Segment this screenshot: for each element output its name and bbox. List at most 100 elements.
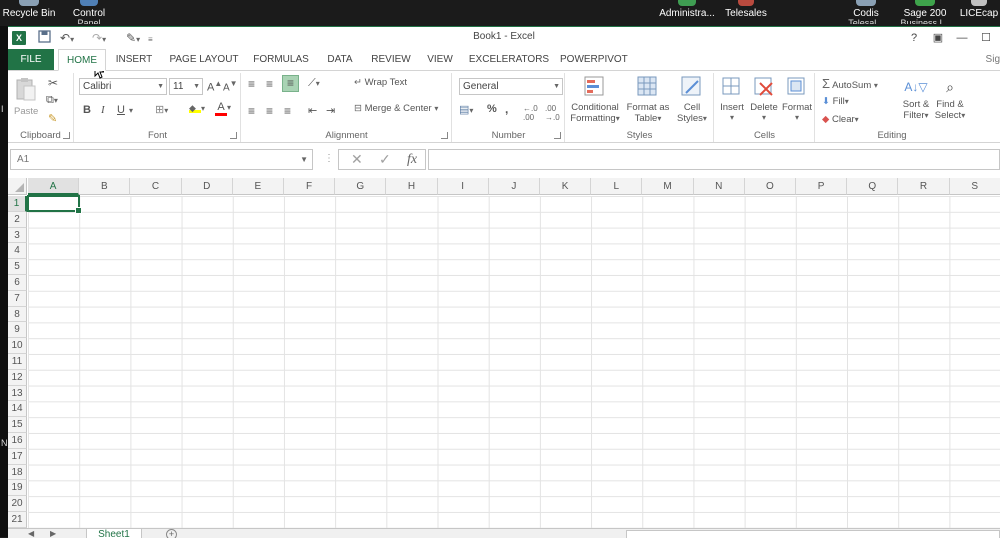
row-header-2[interactable]: 2 <box>8 211 27 228</box>
number-launcher-icon[interactable] <box>554 132 561 139</box>
insert-cells-button[interactable]: Insert ▾ <box>717 75 747 122</box>
row-header-6[interactable]: 6 <box>8 275 27 291</box>
row-header-1[interactable]: 1 <box>8 196 27 212</box>
align-center-icon[interactable]: ≡ <box>266 104 273 118</box>
tab-page-layout[interactable]: PAGE LAYOUT <box>166 49 242 71</box>
font-name-select[interactable]: Calibri ▼ <box>79 78 167 95</box>
row-header-11[interactable]: 11 <box>8 354 27 370</box>
column-header-a[interactable]: A <box>28 178 80 195</box>
insert-function-icon[interactable]: fx <box>407 150 417 169</box>
delete-cells-button[interactable]: Delete ▾ <box>749 75 779 122</box>
paste-button[interactable]: Paste <box>14 77 38 117</box>
tab-view[interactable]: VIEW <box>422 49 458 71</box>
clipboard-launcher-icon[interactable] <box>63 132 70 139</box>
minimize-button[interactable]: — <box>952 29 972 47</box>
desktop-icon-licecap[interactable]: LICEcap <box>958 0 1000 26</box>
number-format-select[interactable]: General ▼ <box>459 78 563 95</box>
column-header-g[interactable]: G <box>335 178 387 195</box>
row-header-18[interactable]: 18 <box>8 464 27 481</box>
cut-icon[interactable]: ✂ <box>48 76 58 90</box>
increase-font-icon[interactable]: A▲ <box>207 79 222 94</box>
desktop-icon-administrator[interactable]: Administra... <box>656 0 718 26</box>
help-button[interactable]: ? <box>904 29 924 47</box>
align-right-icon[interactable]: ≡ <box>284 104 291 118</box>
accounting-format-icon[interactable]: ▤▾ <box>459 103 473 116</box>
fill-color-icon[interactable]: ◆ ▾ <box>189 103 205 114</box>
column-header-j[interactable]: J <box>488 178 540 195</box>
comma-style-button[interactable]: , <box>505 102 508 116</box>
row-header-12[interactable]: 12 <box>8 369 27 386</box>
clear-button[interactable]: ◆ Clear▾ <box>822 114 859 125</box>
autosum-button[interactable]: Σ AutoSum ▾ <box>822 76 878 91</box>
row-header-10[interactable]: 10 <box>8 338 27 354</box>
tab-excelerators[interactable]: EXCELERATORS <box>466 49 552 71</box>
row-header-21[interactable]: 21 <box>8 512 27 528</box>
row-header-15[interactable]: 15 <box>8 417 27 433</box>
tab-data[interactable]: DATA <box>320 49 360 71</box>
column-header-i[interactable]: I <box>437 178 489 195</box>
row-header-16[interactable]: 16 <box>8 433 27 449</box>
row-header-7[interactable]: 7 <box>8 290 27 307</box>
cancel-icon[interactable]: ✕ <box>351 150 363 169</box>
desktop-icon-telesales[interactable]: Telesales <box>722 0 770 26</box>
copy-icon[interactable]: ⧉▾ <box>46 94 58 107</box>
column-header-q[interactable]: Q <box>847 178 899 195</box>
decrease-decimal-icon[interactable]: .00 →.0 <box>545 104 560 122</box>
desktop-icon-recycle-bin[interactable]: Recycle Bin <box>2 0 56 26</box>
cell-styles-button[interactable]: Cell Styles▾ <box>674 75 710 124</box>
increase-decimal-icon[interactable]: ←.0.00 <box>523 104 538 122</box>
underline-dropdown-icon[interactable]: ▾ <box>129 106 133 115</box>
align-bottom-icon[interactable]: ≡ <box>282 75 299 92</box>
desktop-icon-sage-200[interactable]: Sage 200 Business I... <box>898 0 952 26</box>
merge-center-button[interactable]: ⊟ Merge & Center ▾ <box>354 103 438 114</box>
alignment-launcher-icon[interactable] <box>441 132 448 139</box>
row-header-20[interactable]: 20 <box>8 496 27 512</box>
decrease-font-icon[interactable]: A▼ <box>223 79 238 93</box>
tab-home[interactable]: HOME <box>58 49 106 71</box>
tab-formulas[interactable]: FORMULAS <box>252 49 310 71</box>
conditional-formatting-button[interactable]: Conditional Formatting▾ <box>568 75 622 124</box>
select-all-corner[interactable] <box>8 178 27 195</box>
format-cells-button[interactable]: Format ▾ <box>781 75 813 122</box>
ribbon-display-options-button[interactable]: ▣ <box>928 29 948 47</box>
tab-review[interactable]: REVIEW <box>368 49 414 71</box>
format-as-table-button[interactable]: Format as Table▾ <box>626 75 670 124</box>
column-header-m[interactable]: M <box>642 178 694 195</box>
bold-button[interactable]: B <box>83 104 91 116</box>
column-header-p[interactable]: P <box>796 178 848 195</box>
fill-button[interactable]: ⬇ Fill▾ <box>822 96 849 107</box>
cell-area[interactable] <box>28 196 1000 528</box>
row-header-17[interactable]: 17 <box>8 448 27 465</box>
column-header-n[interactable]: N <box>693 178 745 195</box>
row-header-4[interactable]: 4 <box>8 243 27 260</box>
percent-style-button[interactable]: % <box>487 103 497 115</box>
column-header-c[interactable]: C <box>130 178 182 195</box>
tab-file[interactable]: FILE <box>8 49 54 71</box>
column-header-k[interactable]: K <box>540 178 592 195</box>
row-header-8[interactable]: 8 <box>8 306 27 323</box>
align-middle-icon[interactable]: ≡ <box>266 77 273 91</box>
column-header-e[interactable]: E <box>232 178 284 195</box>
column-header-h[interactable]: H <box>386 178 438 195</box>
find-select-button[interactable]: ⌕ Find & Select▾ <box>934 75 966 121</box>
underline-button[interactable]: U <box>117 104 125 116</box>
wrap-text-button[interactable]: ↵ Wrap Text <box>354 77 407 88</box>
format-painter-icon[interactable]: ✎ <box>48 112 57 125</box>
row-header-9[interactable]: 9 <box>8 322 27 339</box>
column-header-s[interactable]: S <box>949 178 1000 195</box>
row-header-5[interactable]: 5 <box>8 259 27 275</box>
formula-input[interactable] <box>428 149 1000 170</box>
column-header-l[interactable]: L <box>591 178 643 195</box>
orientation-icon[interactable]: ⟋▾ <box>308 77 320 90</box>
column-header-b[interactable]: B <box>79 178 131 195</box>
decrease-indent-icon[interactable]: ⇤ <box>308 104 317 117</box>
column-header-o[interactable]: O <box>744 178 796 195</box>
sort-filter-button[interactable]: A↓▽ Sort & Filter▾ <box>900 75 932 121</box>
desktop-icon-codis-telesales[interactable]: Codis Telesal... <box>842 0 890 26</box>
row-header-3[interactable]: 3 <box>8 227 27 244</box>
tab-powerpivot[interactable]: POWERPIVOT <box>560 49 628 71</box>
align-top-icon[interactable]: ≡ <box>248 77 255 91</box>
formula-bar-grip-icon[interactable]: ⋮ <box>324 153 334 164</box>
font-size-select[interactable]: 11 ▼ <box>169 78 203 95</box>
row-header-14[interactable]: 14 <box>8 401 27 418</box>
